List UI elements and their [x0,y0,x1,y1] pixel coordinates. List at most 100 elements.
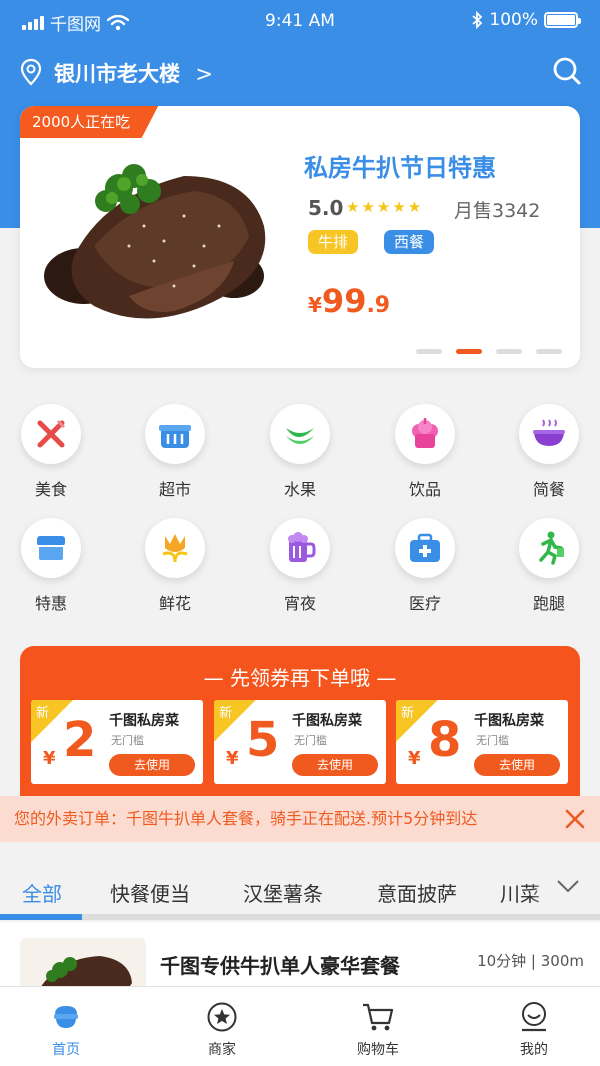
drink-icon [412,418,438,448]
use-coupon-button[interactable]: 去使用 [292,754,378,776]
location-pin-icon [20,58,42,86]
coupon-name: 千图私房菜 [109,713,179,729]
price-integer: 99 [321,282,367,320]
featured-banner-card[interactable]: 2000人正在吃 私房牛扒节日特惠 5.0 ★★★★★ 月售3342 牛排 西餐… [20,106,580,368]
hero-title: 私房牛扒节日特惠 [304,154,496,182]
category-label: 简餐 [532,480,565,499]
coupon-card[interactable]: 新 ¥ 8 千图私房菜 无门槛 去使用 [396,700,568,784]
coupon-name: 千图私房菜 [474,713,544,729]
status-bar: 千图网 9:41 AM 100% [0,0,600,44]
category-drinks[interactable]: 饮品 [380,404,470,500]
cart-icon [363,1003,394,1031]
coupon-card[interactable]: 新 ¥ 2 千图私房菜 无门槛 去使用 [31,700,203,784]
runner-icon [539,531,564,565]
price-symbol: ¥ [308,293,322,317]
coupon-name: 千图私房菜 [292,713,362,729]
tabbar-profile[interactable]: 我的 [474,999,594,1059]
use-coupon-button[interactable]: 去使用 [474,754,560,776]
medical-kit-icon [410,533,440,562]
tab-all[interactable]: 全部 [22,878,62,907]
location-name[interactable]: 银川市老大楼 > [54,58,213,88]
coupon-condition: 无门槛 [111,734,144,747]
tab-burgers[interactable]: 汉堡薯条 [243,878,323,907]
category-discount[interactable]: 特惠 [6,518,96,614]
chevron-down-icon[interactable] [556,878,580,894]
basket-icon [159,425,191,448]
category-label: 宵夜 [283,594,316,613]
location-label: 银川市老大楼 [54,62,180,86]
battery-icon [544,12,581,28]
category-fruit[interactable]: 水果 [255,404,345,500]
category-label: 美食 [34,480,67,499]
category-medical[interactable]: 医疗 [380,518,470,614]
steak-image [44,164,266,319]
category-label: 鲜花 [158,594,191,613]
category-food[interactable]: 美食 [6,404,96,500]
category-label: 超市 [158,480,191,499]
bottom-tab-bar: 首页 商家 购物车 我的 [0,986,600,1066]
use-coupon-button[interactable]: 去使用 [109,754,195,776]
coupon-yen: ¥ [408,748,421,769]
shop-delivery-info: 10分钟 | 300m [477,952,584,970]
category-supermarket[interactable]: 超市 [130,404,220,500]
home-bowl-icon [54,1006,78,1028]
tabbar-label: 购物车 [357,1042,399,1058]
category-label: 水果 [283,480,316,499]
category-meals[interactable]: 简餐 [504,404,594,500]
fork-knife-icon [37,419,66,448]
category-tabs: 全部 快餐便当 汉堡薯条 意面披萨 川菜 [0,842,600,922]
tabbar-home[interactable]: 首页 [6,999,126,1059]
tabbar-label: 商家 [208,1042,236,1058]
flower-icon [162,534,188,563]
shop-name: 千图专供牛扒单人豪华套餐 [160,954,400,978]
tabbar-label: 我的 [520,1042,548,1058]
category-errands[interactable]: 跑腿 [504,518,594,614]
profile-icon [522,1002,546,1032]
hero-price: ¥99.9 [308,282,390,320]
carousel-dot[interactable] [536,349,562,354]
coupon-yen: ¥ [226,748,239,769]
carousel-indicator [416,349,562,354]
tab-indicator [0,914,82,920]
carousel-dot[interactable] [416,349,442,354]
location-bar[interactable]: 银川市老大楼 > [0,52,600,92]
carousel-dot[interactable] [496,349,522,354]
list-item[interactable]: 千图专供牛扒单人豪华套餐 10分钟 | 300m [0,922,600,988]
coupon-amount: 8 [428,712,462,768]
hero-rating: 5.0 [308,196,344,220]
category-flowers[interactable]: 鲜花 [130,518,220,614]
shop-thumbnail [20,938,146,988]
shop-icon [37,536,65,560]
star-circle-icon [207,1002,237,1032]
coupon-condition: 无门槛 [294,734,327,747]
tabbar-label: 首页 [52,1042,80,1058]
coupon-section: — 先领券再下单哦 — 新 ¥ 2 千图私房菜 无门槛 去使用 新 ¥ 5 千图… [20,646,580,796]
star-rating-icon: ★★★★★ [346,198,424,216]
banana-icon [286,428,314,444]
beer-icon [288,532,316,562]
category-late-night[interactable]: 宵夜 [255,518,345,614]
carousel-dot-active[interactable] [456,349,482,354]
search-icon[interactable] [552,56,582,86]
coupon-card[interactable]: 新 ¥ 5 千图私房菜 无门槛 去使用 [214,700,386,784]
category-label: 跑腿 [532,594,565,613]
chevron-right-icon: > [195,62,213,86]
coupon-title: — 先领券再下单哦 — [203,666,397,690]
category-label: 特惠 [34,594,67,613]
tab-fast-food[interactable]: 快餐便当 [110,878,190,907]
category-label: 医疗 [408,594,441,613]
tabbar-cart[interactable]: 购物车 [318,999,438,1059]
tab-indicator-track [0,914,600,920]
tabbar-merchants[interactable]: 商家 [162,999,282,1059]
category-label: 饮品 [408,480,441,499]
tab-pasta-pizza[interactable]: 意面披萨 [377,878,457,907]
tag-steak: 牛排 [308,230,359,254]
price-decimal: .9 [366,293,391,318]
hero-badge: 2000人正在吃 [20,106,159,138]
close-icon[interactable] [564,808,586,830]
tag-western: 西餐 [384,230,435,254]
order-notice-text: 您的外卖订单：千图牛扒单人套餐，骑手正在配送.预计5分钟到达 [14,809,478,828]
coupon-amount: 2 [63,712,97,768]
order-notice-bar: 您的外卖订单：千图牛扒单人套餐，骑手正在配送.预计5分钟到达 [0,796,600,842]
battery-percent: 100% [489,10,538,30]
